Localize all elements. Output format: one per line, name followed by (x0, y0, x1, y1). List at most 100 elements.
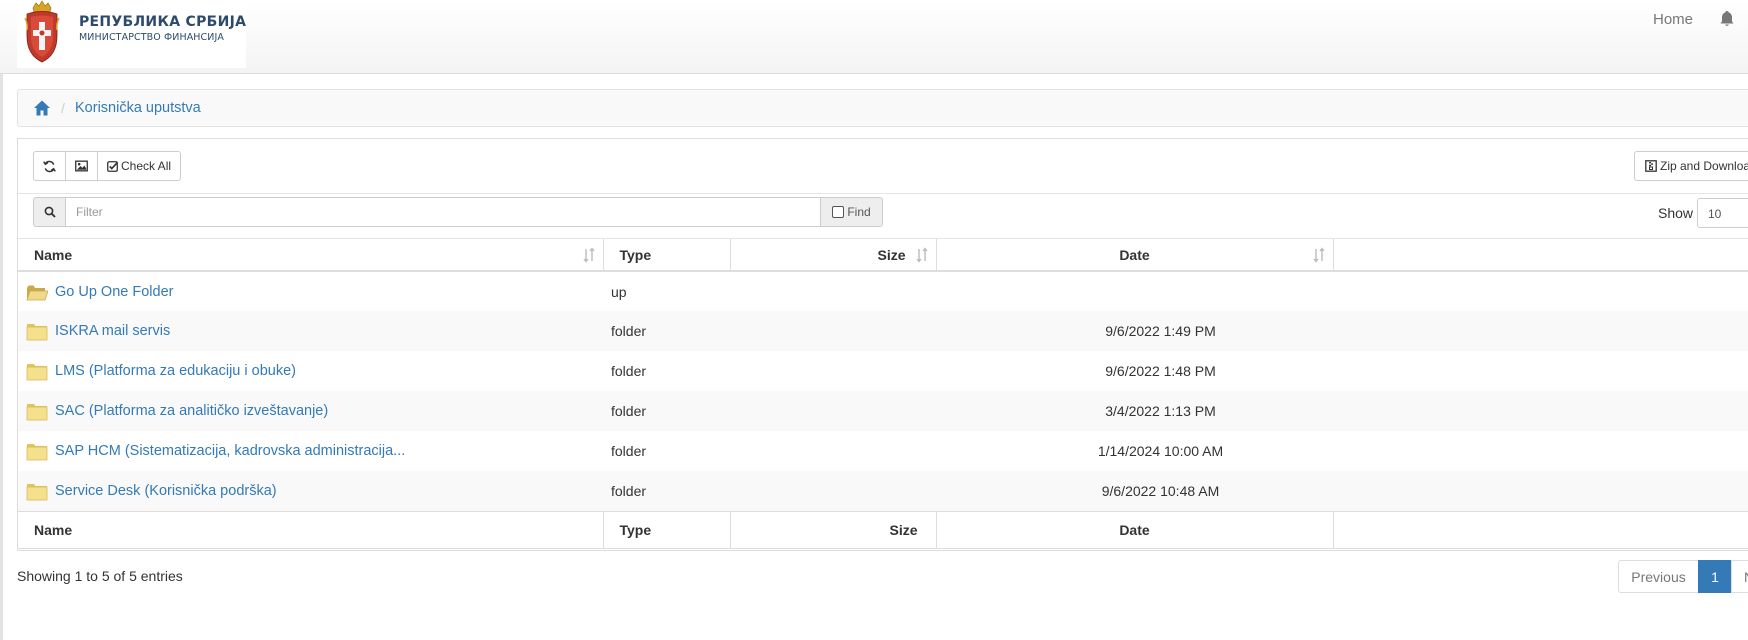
image-icon (75, 160, 88, 172)
table-row[interactable]: LMS (Platforma za edukaciju i obuke) fol… (18, 351, 1748, 391)
zip-download-button[interactable]: Zip and Download (1634, 151, 1748, 181)
home-icon[interactable] (33, 99, 51, 117)
type-cell: folder (611, 443, 647, 459)
page-1-button[interactable]: 1 (1698, 560, 1732, 593)
refresh-button[interactable] (33, 151, 66, 181)
folder-icon (26, 444, 48, 461)
logo-title: РЕПУБЛИКА СРБИЈА (79, 14, 247, 30)
actions-cell (1333, 431, 1748, 471)
check-square-icon (107, 160, 118, 172)
actions-column-footer (1333, 510, 1748, 549)
date-cell: 9/6/2022 10:48 AM (936, 471, 1333, 511)
size-cell (730, 311, 936, 351)
row-name-link[interactable]: Go Up One Folder (55, 284, 173, 300)
nav-home-link[interactable]: Home (1653, 11, 1693, 28)
table-info: Showing 1 to 5 of 5 entries (17, 568, 183, 584)
name-column-header[interactable]: Name (18, 239, 604, 272)
actions-column-header (1333, 239, 1748, 272)
breadcrumb-current[interactable]: Korisnička uputstva (75, 100, 201, 116)
size-column-footer: Size (730, 510, 937, 549)
next-page-button[interactable]: Next (1731, 560, 1748, 593)
open-folder-icon (26, 285, 48, 300)
row-name-link[interactable]: ISKRA mail servis (55, 323, 170, 339)
file-browser-panel: Check All Zip and Download Find (17, 138, 1748, 551)
find-button[interactable]: Find (820, 197, 883, 227)
search-addon (33, 197, 66, 227)
type-cell: folder (603, 471, 730, 511)
row-name-link[interactable]: SAC (Platforma za analitičko izveštavanj… (55, 403, 328, 419)
logo[interactable]: РЕПУБЛИКА СРБИЈА МИНИСТАРСТВО ФИНАНСИЈА (17, 0, 246, 68)
date-column-header[interactable]: Date (936, 239, 1334, 272)
size-cell (730, 391, 936, 431)
folder-icon (26, 364, 48, 381)
show-entries-select[interactable]: 10 (1697, 198, 1748, 228)
check-all-button[interactable]: Check All (97, 151, 182, 181)
sort-icon (582, 247, 595, 263)
filter-input[interactable] (65, 197, 821, 227)
size-cell (730, 271, 936, 311)
type-column-header[interactable]: Type (603, 239, 731, 272)
type-column-footer: Type (603, 510, 731, 549)
toolbar: Check All Zip and Download (18, 139, 1748, 194)
name-cell: Go Up One Folder (18, 271, 603, 311)
type-cell: folder (611, 363, 647, 379)
type-cell: folder (603, 391, 730, 431)
breadcrumb: / Korisnička uputstva (17, 89, 1748, 127)
refresh-icon (43, 160, 56, 172)
row-name-link[interactable]: Service Desk (Korisnička podrška) (55, 483, 277, 499)
breadcrumb-separator: / (61, 100, 65, 116)
table-row[interactable]: Go Up One Folder up (18, 271, 1748, 311)
size-cell (730, 431, 936, 471)
row-name-link[interactable]: SAP HCM (Sistematizacija, kadrovska admi… (55, 443, 405, 459)
date-cell (936, 271, 1333, 311)
folder-icon (26, 324, 48, 341)
type-header-label: Type (619, 246, 652, 263)
thumbnails-button[interactable] (65, 151, 98, 181)
coat-of-arms-icon (24, 0, 60, 63)
actions-cell (1333, 311, 1748, 351)
type-cell: up (611, 283, 627, 300)
type-cell: folder (603, 311, 730, 351)
find-checkbox[interactable] (832, 206, 845, 218)
row-name-link[interactable]: LMS (Platforma za edukaciju i obuke) (55, 363, 296, 379)
table-row[interactable]: SAC (Platforma za analitičko izveštavanj… (18, 391, 1748, 431)
zip-icon (1645, 160, 1657, 172)
table-row[interactable]: Service Desk (Korisnička podrška) folder… (18, 471, 1748, 511)
page-left-border (0, 0, 3, 640)
date-cell: 9/6/2022 1:49 PM (936, 311, 1333, 351)
size-column-header[interactable]: Size (730, 239, 937, 272)
show-entries-label: Show (1658, 205, 1694, 221)
logo-subtitle: МИНИСТАРСТВО ФИНАНСИЈА (79, 32, 224, 43)
name-cell: SAP HCM (Sistematizacija, kadrovska admi… (18, 431, 603, 471)
size-header-label: Size (877, 246, 906, 263)
date-column-footer: Date (936, 510, 1334, 549)
name-cell: ISKRA mail servis (18, 311, 603, 351)
name-header-label: Name (34, 246, 73, 263)
actions-cell (1333, 471, 1748, 511)
sort-icon (915, 247, 928, 263)
pagination: Previous 1 Next (1618, 560, 1748, 593)
folder-icon (26, 404, 48, 421)
bell-icon[interactable] (1719, 10, 1735, 28)
actions-cell (1333, 351, 1748, 391)
actions-cell (1333, 271, 1748, 311)
previous-page-button[interactable]: Previous (1618, 560, 1699, 593)
find-label: Find (847, 205, 871, 219)
check-all-label: Check All (121, 159, 172, 173)
search-icon (44, 206, 56, 218)
date-header-label: Date (1119, 246, 1150, 263)
files-table: Name Type Size Date Go Up One Folder up … (18, 239, 1748, 549)
top-navbar: РЕПУБЛИКА СРБИЈА МИНИСТАРСТВО ФИНАНСИЈА … (0, 0, 1748, 74)
date-cell: 9/6/2022 1:48 PM (1105, 363, 1216, 379)
name-cell: Service Desk (Korisnička podrška) (18, 471, 603, 511)
date-cell: 3/4/2022 1:13 PM (936, 391, 1333, 431)
date-cell: 1/14/2024 10:00 AM (1097, 443, 1224, 459)
table-row[interactable]: SAP HCM (Sistematizacija, kadrovska admi… (18, 431, 1748, 471)
table-footer-row: Name Type Size Date (18, 510, 1748, 549)
sort-icon (1312, 247, 1325, 263)
size-cell (730, 471, 936, 511)
table-row[interactable]: ISKRA mail servis folder 9/6/2022 1:49 P… (18, 311, 1748, 351)
name-cell: SAC (Platforma za analitičko izveštavanj… (18, 391, 603, 431)
name-cell: LMS (Platforma za edukaciju i obuke) (18, 351, 603, 391)
name-column-footer: Name (18, 510, 604, 549)
